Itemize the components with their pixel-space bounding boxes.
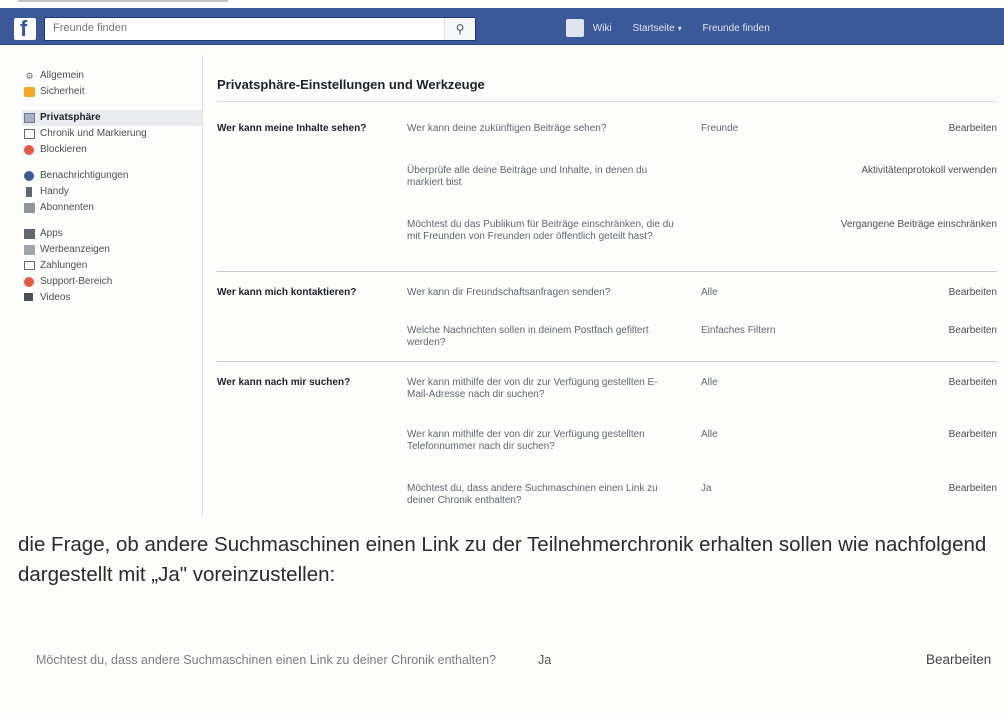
sidebar-item-label: Privatsphäre xyxy=(40,112,101,123)
edit-button[interactable]: Bearbeiten xyxy=(949,429,997,441)
sidebar-item-chronicle[interactable]: Chronik und Markierung xyxy=(22,126,202,142)
top-nav: Wiki Startseite ▾ Freunde finden xyxy=(566,19,788,37)
limit-past-posts-button[interactable]: Vergangene Beiträge einschränken xyxy=(841,219,997,231)
sidebar-item-videos[interactable]: Videos xyxy=(22,290,202,306)
sidebar-item-label: Benachrichtigungen xyxy=(40,170,129,181)
sidebar-item-notifications[interactable]: Benachrichtigungen xyxy=(22,168,202,184)
sidebar-item-label: Apps xyxy=(40,228,63,239)
sidebar-item-label: Sicherheit xyxy=(40,86,85,97)
search-input[interactable] xyxy=(45,18,451,38)
edit-button[interactable]: Bearbeiten xyxy=(949,123,997,135)
sidebar-item-ads[interactable]: Werbeanzeigen xyxy=(22,242,202,258)
edit-button[interactable]: Bearbeiten xyxy=(949,287,997,299)
nav-home-link[interactable]: Startseite ▾ xyxy=(632,23,681,34)
lock-icon xyxy=(24,87,35,97)
edit-button[interactable]: Bearbeiten xyxy=(949,377,997,389)
sidebar-item-label: Zahlungen xyxy=(40,260,88,271)
sidebar-item-security[interactable]: Sicherheit xyxy=(22,84,202,100)
row-question: Wer kann dir Freundschaftsanfragen sende… xyxy=(407,287,611,298)
support-icon xyxy=(24,277,34,287)
page-title: Privatsphäre-Einstellungen und Werkzeuge xyxy=(217,77,485,92)
sidebar-item-apps[interactable]: Apps xyxy=(22,226,202,242)
row-question: Wer kann mithilfe der von dir zur Verfüg… xyxy=(407,429,645,452)
divider xyxy=(217,101,997,102)
payments-icon xyxy=(24,261,35,270)
sidebar-item-general[interactable]: Allgemein xyxy=(22,68,202,84)
chronicle-icon xyxy=(24,129,35,139)
section-label: Wer kann nach mir suchen? xyxy=(217,377,351,388)
annotation-scribble xyxy=(18,0,228,8)
search-box: ⚲ xyxy=(44,17,476,41)
row-question: Möchtest du, dass andere Suchmaschinen e… xyxy=(36,653,497,667)
sidebar-item-blocking[interactable]: Blockieren xyxy=(22,142,202,158)
sidebar-item-mobile[interactable]: Handy xyxy=(22,184,202,200)
video-icon xyxy=(24,293,33,301)
row-value: Freunde xyxy=(701,123,739,134)
sidebar-item-label: Blockieren xyxy=(40,144,87,155)
sidebar-item-label: Handy xyxy=(40,186,69,197)
row-value: Ja xyxy=(701,483,712,494)
edit-button[interactable]: Bearbeiten xyxy=(949,483,997,495)
row-value: Einfaches Filtern xyxy=(701,325,776,336)
globe-icon xyxy=(24,171,34,181)
avatar[interactable] xyxy=(566,19,584,37)
row-question: Möchtest du, dass andere Suchmaschinen e… xyxy=(407,483,658,506)
activity-log-button[interactable]: Aktivitätenprotokoll verwenden xyxy=(861,165,997,177)
block-icon xyxy=(24,145,34,155)
sidebar-item-label: Werbeanzeigen xyxy=(40,244,110,255)
nav-find-friends-link[interactable]: Freunde finden xyxy=(703,23,770,34)
document-paragraph: die Frage, ob andere Suchmaschinen einen… xyxy=(18,533,987,586)
privacy-settings-panel: Privatsphäre-Einstellungen und Werkzeuge… xyxy=(202,55,1004,517)
sidebar-item-label: Support-Bereich xyxy=(40,276,113,287)
sidebar-item-privacy[interactable]: Privatsphäre xyxy=(22,110,202,126)
edit-button[interactable]: Bearbeiten xyxy=(949,325,997,337)
row-value: Alle xyxy=(701,377,718,388)
section-label: Wer kann mich kontaktieren? xyxy=(217,287,357,298)
search-icon[interactable]: ⚲ xyxy=(444,18,475,40)
gear-icon xyxy=(24,71,35,81)
row-question: Welche Nachrichten sollen in deinem Post… xyxy=(407,325,649,348)
sidebar-item-label: Chronik und Markierung xyxy=(40,128,147,139)
row-question: Wer kann deine zukünftigen Beiträge sehe… xyxy=(407,123,607,134)
rss-icon xyxy=(24,203,35,213)
sidebar-item-label: Abonnenten xyxy=(40,202,94,213)
section-divider xyxy=(217,361,997,362)
top-navigation-bar: f ⚲ Wiki Startseite▾ Freunde finden xyxy=(0,8,1004,45)
sidebar-item-followers[interactable]: Abonnenten xyxy=(22,200,202,216)
settings-sidebar: Allgemein Sicherheit Privatsphäre Chroni… xyxy=(22,68,202,306)
ads-icon xyxy=(24,245,35,255)
row-question: Überprüfe alle deine Beiträge und Inhalt… xyxy=(407,165,648,188)
section-label: Wer kann meine Inhalte sehen? xyxy=(217,123,367,134)
nav-home-label: Startseite xyxy=(632,22,675,34)
row-question: Wer kann mithilfe der von dir zur Verfüg… xyxy=(407,377,658,400)
row-value: Ja xyxy=(538,653,552,667)
nav-profile-link[interactable]: Wiki xyxy=(593,23,612,34)
sidebar-item-label: Allgemein xyxy=(40,70,84,81)
edit-button[interactable]: Bearbeiten xyxy=(926,650,991,670)
sidebar-item-label: Videos xyxy=(40,292,71,303)
privacy-icon xyxy=(24,113,35,123)
row-value: Alle xyxy=(701,287,718,298)
chevron-down-icon: ▾ xyxy=(677,23,682,33)
facebook-logo-icon[interactable]: f xyxy=(14,16,36,41)
section-divider xyxy=(217,271,997,272)
sidebar-item-payments[interactable]: Zahlungen xyxy=(22,258,202,274)
row-question: Möchtest du das Publikum für Beiträge ei… xyxy=(407,219,674,242)
apps-icon xyxy=(24,229,35,239)
example-settings-row: Möchtest du, dass andere Suchmaschinen e… xyxy=(36,650,1004,710)
sidebar-item-support[interactable]: Support-Bereich xyxy=(22,274,202,290)
phone-icon xyxy=(26,187,32,197)
row-value: Alle xyxy=(701,429,718,440)
